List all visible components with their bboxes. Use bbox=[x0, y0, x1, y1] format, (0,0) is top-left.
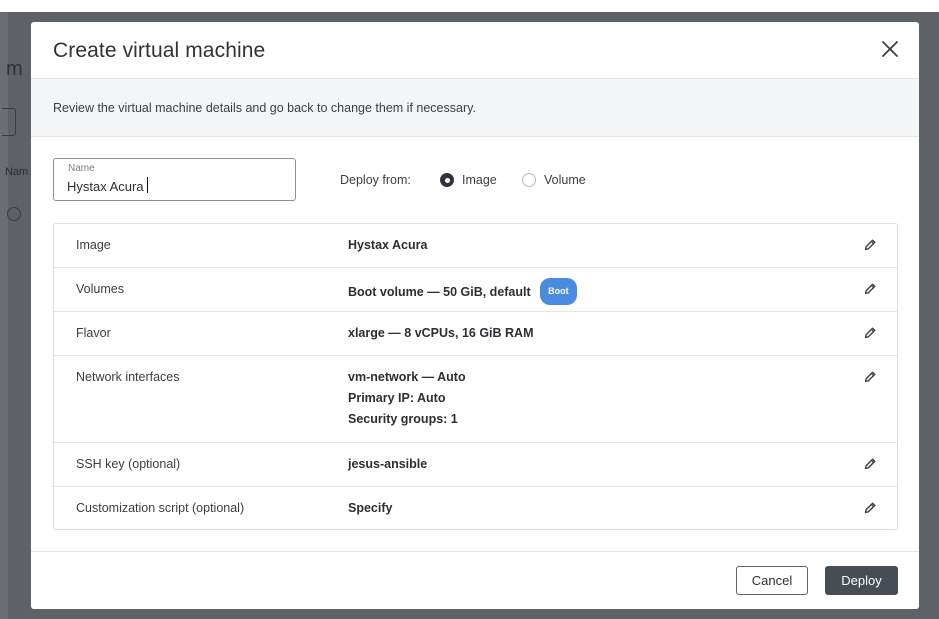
radio-unchecked-icon[interactable] bbox=[522, 173, 536, 187]
detail-value: Boot volume — 50 GiB, default Boot bbox=[348, 278, 577, 306]
pencil-icon[interactable] bbox=[863, 501, 877, 515]
pencil-icon[interactable] bbox=[863, 238, 877, 252]
detail-label: Network interfaces bbox=[76, 370, 180, 384]
create-vm-dialog: Create virtual machine Review the virtua… bbox=[31, 22, 919, 609]
detail-row-flavor: Flavor xlarge — 8 vCPUs, 16 GiB RAM bbox=[54, 312, 897, 356]
radio-label-image: Image bbox=[462, 173, 497, 187]
dialog-footer: Cancel Deploy bbox=[31, 551, 919, 609]
dialog-body: Name Deploy from: Image Volume Image Hys… bbox=[31, 137, 919, 552]
radio-checked-icon[interactable] bbox=[440, 173, 454, 187]
pencil-icon[interactable] bbox=[863, 457, 877, 471]
review-notice: Review the virtual machine details and g… bbox=[31, 79, 919, 137]
deploy-from-label: Deploy from: bbox=[340, 173, 411, 187]
detail-label: Image bbox=[76, 238, 111, 252]
deploy-button[interactable]: Deploy bbox=[825, 566, 898, 595]
radio-label-volume: Volume bbox=[544, 173, 586, 187]
volume-text: Boot volume — 50 GiB, default bbox=[348, 284, 531, 299]
boot-badge: Boot bbox=[540, 278, 577, 305]
dialog-title: Create virtual machine bbox=[53, 39, 266, 62]
detail-label: Volumes bbox=[76, 282, 124, 296]
detail-value: Specify bbox=[348, 501, 393, 515]
cancel-button[interactable]: Cancel bbox=[736, 566, 808, 595]
detail-value: Hystax Acura bbox=[348, 238, 428, 252]
deploy-from-volume-radio[interactable]: Volume bbox=[522, 173, 586, 187]
primary-ip-line: Primary IP: Auto bbox=[348, 391, 446, 405]
detail-row-customization-script: Customization script (optional) Specify bbox=[54, 487, 897, 529]
pencil-icon[interactable] bbox=[863, 370, 877, 384]
security-groups-line: Security groups: 1 bbox=[348, 412, 458, 426]
review-notice-text: Review the virtual machine details and g… bbox=[53, 101, 476, 115]
close-button[interactable] bbox=[879, 38, 901, 60]
deploy-from-image-radio[interactable]: Image bbox=[440, 173, 497, 187]
detail-label: Flavor bbox=[76, 326, 111, 340]
detail-label: SSH key (optional) bbox=[76, 457, 181, 471]
detail-row-volumes: Volumes Boot volume — 50 GiB, default Bo… bbox=[54, 268, 897, 312]
name-field-label: Name bbox=[68, 163, 95, 174]
background-input-fragment bbox=[2, 108, 16, 136]
vm-details-table: Image Hystax Acura Volumes Boot volume —… bbox=[53, 223, 898, 530]
detail-value: xlarge — 8 vCPUs, 16 GiB RAM bbox=[348, 326, 534, 340]
detail-label: Customization script (optional) bbox=[76, 501, 245, 515]
background-label-fragment: Nam bbox=[5, 166, 29, 178]
detail-row-network-interfaces: Network interfaces vm-network — Auto Pri… bbox=[54, 356, 897, 443]
dialog-header: Create virtual machine bbox=[31, 22, 919, 79]
pencil-icon[interactable] bbox=[863, 326, 877, 340]
detail-row-ssh-key: SSH key (optional) jesus-ansible bbox=[54, 443, 897, 487]
detail-value: jesus-ansible bbox=[348, 457, 428, 471]
background-icon-fragment bbox=[7, 207, 21, 221]
network-line: vm-network — Auto bbox=[348, 370, 466, 384]
name-field[interactable]: Name bbox=[53, 158, 296, 201]
pencil-icon[interactable] bbox=[863, 282, 877, 296]
detail-row-image: Image Hystax Acura bbox=[54, 224, 897, 268]
name-input[interactable] bbox=[67, 176, 282, 196]
text-caret bbox=[147, 177, 148, 193]
close-icon bbox=[882, 41, 898, 57]
background-title-fragment: m bbox=[6, 58, 23, 80]
detail-value: vm-network — Auto Primary IP: Auto Secur… bbox=[348, 367, 466, 430]
